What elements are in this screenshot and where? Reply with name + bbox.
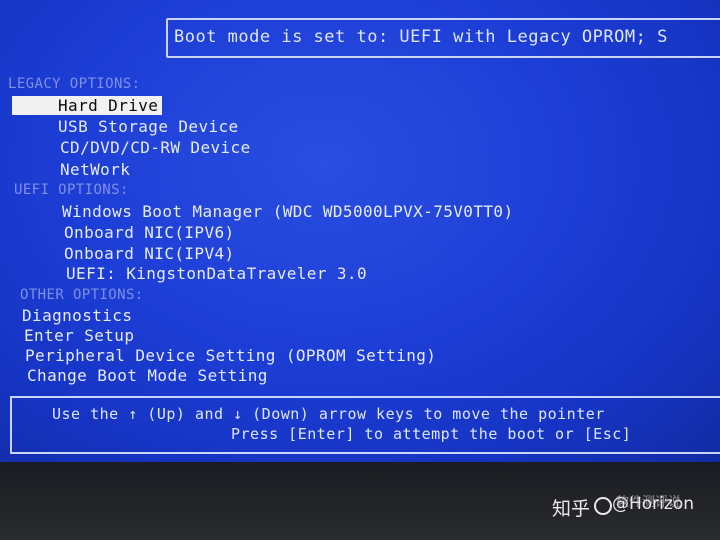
section-uefi-options: UEFI OPTIONS:: [14, 182, 129, 198]
boot-item-windows-boot-manager[interactable]: Windows Boot Manager (WDC WD5000LPVX-75V…: [62, 202, 513, 221]
boot-item-hard-drive[interactable]: Hard Drive: [12, 96, 163, 115]
boot-item-uefi-kingston[interactable]: UEFI: KingstonDataTraveler 3.0: [66, 264, 367, 283]
boot-item-peripheral-device-setting[interactable]: Peripheral Device Setting (OPROM Setting…: [25, 346, 436, 365]
boot-item-usb-storage[interactable]: USB Storage Device: [58, 117, 239, 136]
help-line-navigation: Use the ↑ (Up) and ↓ (Down) arrow keys t…: [52, 405, 605, 423]
boot-item-diagnostics[interactable]: Diagnostics: [22, 306, 132, 325]
boot-item-change-boot-mode[interactable]: Change Boot Mode Setting: [27, 366, 268, 385]
watermark-overlay: 软件测评说: [616, 495, 682, 510]
boot-item-cd-dvd[interactable]: CD/DVD/CD-RW Device: [60, 138, 251, 157]
section-other-options: OTHER OPTIONS:: [20, 287, 144, 303]
watermark-zhihu: 知乎: [552, 498, 591, 520]
boot-item-onboard-nic-ipv4[interactable]: Onboard NIC(IPV4): [64, 244, 235, 263]
section-legacy-options: LEGACY OPTIONS:: [8, 76, 141, 92]
boot-item-onboard-nic-ipv6[interactable]: Onboard NIC(IPV6): [64, 223, 235, 242]
boot-mode-status: Boot mode is set to: UEFI with Legacy OP…: [174, 27, 668, 47]
boot-item-network[interactable]: NetWork: [60, 160, 130, 179]
watermark-logo-icon: [594, 497, 612, 515]
help-line-enter-esc: Press [Enter] to attempt the boot or [Es…: [231, 425, 632, 443]
boot-item-enter-setup[interactable]: Enter Setup: [24, 326, 134, 345]
boot-menu-screen: Boot mode is set to: UEFI with Legacy OP…: [0, 0, 720, 462]
